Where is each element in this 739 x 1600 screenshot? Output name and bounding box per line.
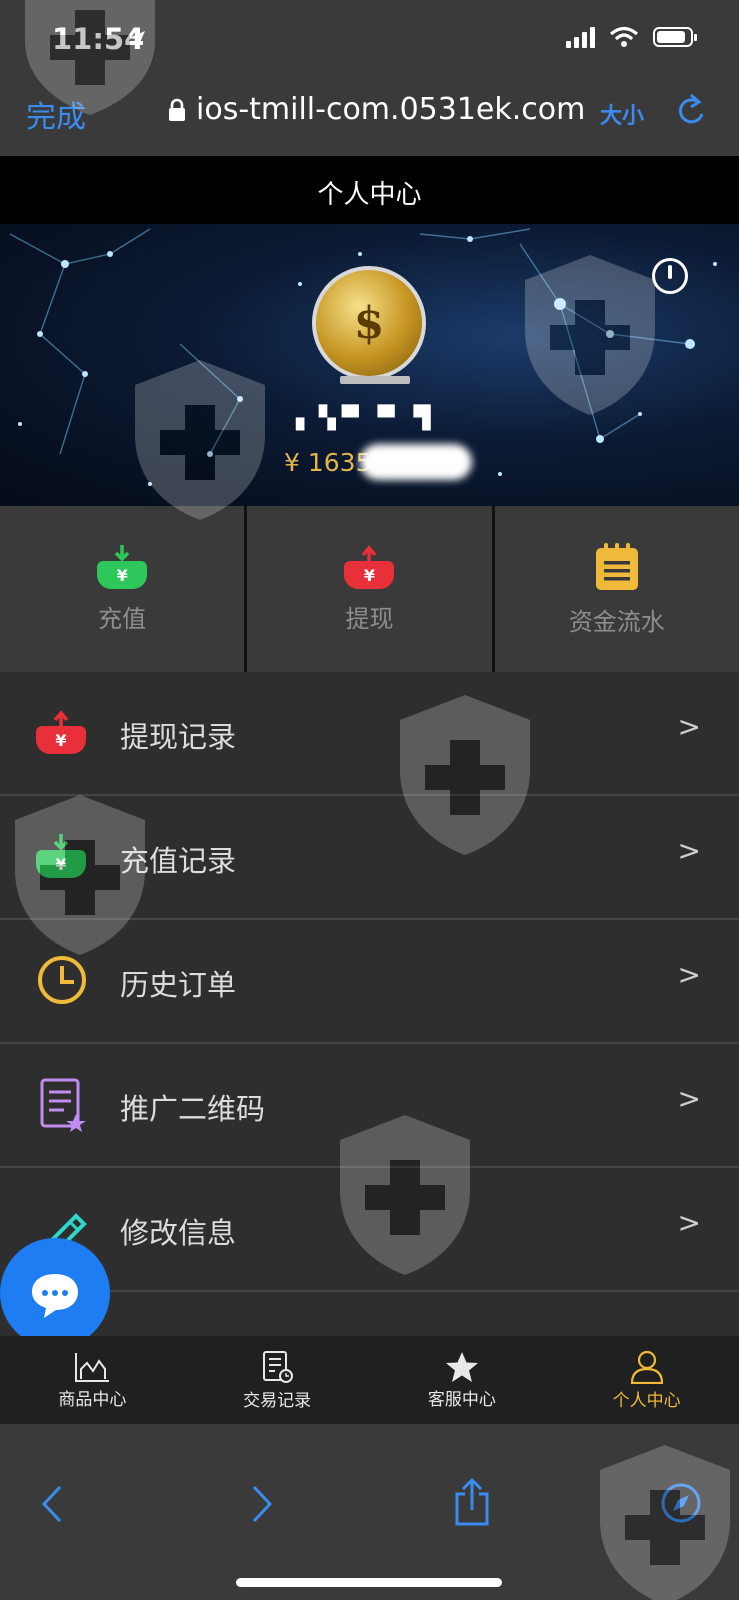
- fund-flow-button[interactable]: 资金流水: [491, 506, 739, 672]
- menu-item-label: 修改信息: [120, 1216, 237, 1250]
- star-icon: [445, 1351, 478, 1382]
- recharge-button[interactable]: ¥ 充值: [0, 506, 244, 672]
- document-star-icon: [40, 1078, 86, 1132]
- withdraw-tray-icon: ¥: [36, 706, 92, 762]
- tab-trade-records[interactable]: 交易记录: [185, 1336, 370, 1424]
- person-icon: [630, 1350, 663, 1384]
- menu-item-label: 推广二维码: [120, 1092, 266, 1126]
- recharge-label: 充值: [98, 604, 147, 633]
- username: ▖▚▀ ▀ ▜: [296, 406, 437, 431]
- notepad-icon: [595, 542, 638, 590]
- recharge-icon: ¥: [97, 544, 148, 589]
- menu-item-withdraw-records[interactable]: ¥ 提现记录 >: [0, 672, 739, 796]
- browser-bottom-bar: [0, 1424, 739, 1600]
- recharge-tray-icon: ¥: [36, 830, 92, 886]
- lock-icon: [169, 98, 185, 121]
- tab-label: 个人中心: [612, 1390, 681, 1411]
- url-bar[interactable]: ios-tmill-com.0531ek.com: [168, 92, 585, 127]
- chat-button[interactable]: [0, 1238, 110, 1348]
- tab-personal-center[interactable]: 个人中心: [554, 1336, 739, 1424]
- withdraw-button[interactable]: ¥ 提现: [244, 506, 491, 672]
- signal-icon: [566, 26, 595, 48]
- menu-list: ¥ 提现记录 > ¥ 充值记录 > 历史订单 > 推广二维码 > 修改信息 >: [0, 672, 739, 1416]
- chevron-right-icon: >: [677, 1206, 701, 1239]
- tab-bar: 商品中心 交易记录 客服中心 个人中心: [0, 1336, 739, 1424]
- tab-label: 客服中心: [427, 1389, 496, 1410]
- avatar[interactable]: $: [312, 266, 426, 380]
- text-size-button[interactable]: 大小: [600, 98, 644, 130]
- quick-actions: ¥ 充值 ¥ 提现 资金流水: [0, 506, 739, 672]
- done-button[interactable]: 完成: [26, 92, 86, 136]
- url-text: ios-tmill-com.0531ek.com: [196, 92, 586, 127]
- withdraw-label: 提现: [345, 604, 394, 633]
- page-title: 个人中心: [317, 180, 422, 210]
- menu-item-recharge-records[interactable]: ¥ 充值记录 >: [0, 796, 739, 920]
- compass-icon[interactable]: [660, 1482, 702, 1524]
- menu-item-label: 提现记录: [120, 720, 237, 754]
- receipt-icon: [263, 1350, 294, 1383]
- chart-icon: [75, 1352, 110, 1382]
- reload-icon[interactable]: [676, 94, 706, 128]
- logout-power-icon[interactable]: [652, 258, 688, 294]
- menu-item-edit-info[interactable]: 修改信息 >: [0, 1168, 739, 1292]
- menu-item-label: 充值记录: [120, 844, 237, 878]
- home-indicator: [236, 1578, 502, 1587]
- chevron-right-icon: >: [677, 1082, 701, 1115]
- chevron-right-icon: >: [677, 958, 701, 991]
- balance-redaction: [360, 444, 472, 480]
- share-icon[interactable]: [452, 1478, 492, 1526]
- chat-bubble-icon: [32, 1274, 78, 1318]
- clock-icon: [38, 956, 86, 1004]
- battery-icon: [653, 27, 697, 47]
- back-arrow-icon[interactable]: [40, 1484, 64, 1524]
- menu-item-order-history[interactable]: 历史订单 >: [0, 920, 739, 1044]
- menu-item-label: 历史订单: [120, 968, 237, 1002]
- fund-flow-label: 资金流水: [568, 607, 665, 636]
- tab-label: 交易记录: [243, 1390, 312, 1411]
- menu-item-promo-qrcode[interactable]: 推广二维码 >: [0, 1044, 739, 1168]
- tab-customer-service[interactable]: 客服中心: [370, 1336, 555, 1424]
- location-arrow-icon: [129, 31, 145, 47]
- forward-arrow-icon[interactable]: [250, 1484, 274, 1524]
- chevron-right-icon: >: [677, 834, 701, 867]
- chevron-right-icon: >: [677, 710, 701, 743]
- tab-products[interactable]: 商品中心: [0, 1336, 185, 1424]
- tab-label: 商品中心: [58, 1389, 127, 1410]
- avatar-stand: [340, 376, 410, 384]
- wifi-icon: [609, 26, 639, 47]
- status-icons: [566, 26, 697, 48]
- balance: ¥ 1635: [284, 448, 372, 477]
- withdraw-icon: ¥: [344, 544, 395, 589]
